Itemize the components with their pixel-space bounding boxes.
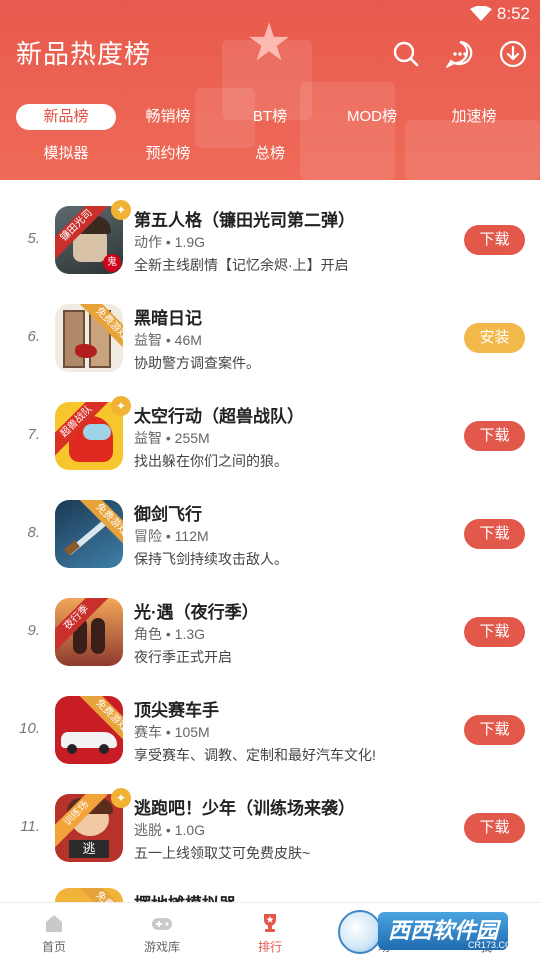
app-meta: 冒险 • 112M	[134, 528, 209, 544]
gift-icon: ✦	[111, 788, 131, 808]
app-description: 享受赛车、调教、定制和最好汽车文化!	[134, 747, 376, 763]
app-name: 黑暗日记	[134, 309, 202, 328]
download-button[interactable]: 下载	[464, 715, 525, 745]
list-item[interactable]: 8. 免费游戏 御剑飞行 冒险 • 112M 保持飞剑持续攻击敌人。 下载	[0, 484, 540, 582]
app-meta: 赛车 • 105M	[134, 724, 210, 740]
download-button[interactable]: 下载	[464, 617, 525, 647]
app-badge-label: 免费游戏	[77, 888, 123, 902]
gift-icon: ✦	[111, 396, 131, 416]
app-description: 五一上线领取艾可免费皮肤~	[134, 845, 311, 861]
watermark-logo: 西西软件园 CR173.COM	[338, 906, 528, 956]
tab-bt[interactable]: BT榜	[220, 104, 320, 130]
nav-label: 排行	[257, 940, 282, 954]
tab-new[interactable]: 新品榜	[16, 104, 116, 130]
app-description: 协助警方调查案件。	[134, 355, 260, 371]
app-meta: 角色 • 1.3G	[134, 626, 206, 642]
app-icon-caption: 逃	[69, 840, 109, 858]
trophy-icon	[264, 914, 276, 932]
gamepad-icon	[152, 918, 172, 930]
tab-accelerate[interactable]: 加速榜	[424, 104, 524, 130]
app-name: 御剑飞行	[134, 505, 202, 524]
app-name: 光·遇（夜行季）	[134, 603, 259, 622]
nav-ranking[interactable]: 排行	[216, 903, 324, 960]
list-item[interactable]: 11. 逃 训练场 ✦ 逃跑吧！少年（训练场来袭） 逃脱 • 1.0G 五一上线…	[0, 778, 540, 876]
nav-label: 游戏库	[143, 940, 180, 954]
list-item[interactable]: 7. 超兽战队 ✦ 太空行动（超兽战队） 益智 • 255M 找出躲在你们之间的…	[0, 386, 540, 484]
rank-number: 11.	[20, 818, 40, 835]
watermark-disc-icon	[338, 910, 382, 954]
app-meta: 动作 • 1.9G	[134, 234, 206, 250]
app-name: 太空行动（超兽战队）	[134, 407, 304, 426]
brand-logo-icon: 鬼	[103, 254, 121, 272]
rank-number: 10.	[19, 720, 40, 737]
tab-overall[interactable]: 总榜	[220, 141, 320, 167]
list-item[interactable]: 6. 免费游戏 黑暗日记 益智 • 46M 协助警方调查案件。 安装	[0, 288, 540, 386]
app-icon[interactable]: 免费游戏	[55, 304, 123, 372]
rank-number: 5.	[27, 230, 40, 247]
header-decoration	[300, 82, 395, 180]
rank-number: 6.	[27, 328, 40, 345]
download-button[interactable]: 下载	[464, 421, 525, 451]
app-name: 第五人格（镰田光司第二弹）	[134, 211, 355, 230]
app-description: 找出躲在你们之间的狼。	[134, 453, 288, 469]
rank-number: 7.	[27, 426, 40, 443]
download-icon[interactable]	[499, 40, 527, 68]
tab-mod[interactable]: MOD榜	[322, 104, 422, 130]
status-bar: 8:52	[0, 0, 540, 28]
app-name: 摆地摊模拟器	[134, 890, 236, 902]
list-item[interactable]: 5. 镰田光司 鬼 ✦ 第五人格（镰田光司第二弹） 动作 • 1.9G 全新主线…	[0, 190, 540, 288]
tab-emulator[interactable]: 模拟器	[16, 141, 116, 167]
list-item[interactable]: 免费游戏 摆地摊模拟器	[0, 876, 540, 902]
app-icon[interactable]: 免费游戏	[55, 500, 123, 568]
rank-number: 8.	[27, 524, 40, 541]
nav-game-library[interactable]: 游戏库	[108, 903, 216, 960]
app-meta: 益智 • 255M	[134, 430, 210, 446]
app-name: 逃跑吧！少年（训练场来袭）	[134, 799, 355, 818]
nav-home[interactable]: 首页	[0, 903, 108, 960]
app-icon[interactable]: 免费游戏	[55, 696, 123, 764]
app-icon[interactable]: 免费游戏	[55, 888, 123, 902]
download-button[interactable]: 下载	[464, 225, 525, 255]
list-item[interactable]: 10. 免费游戏 顶尖赛车手 赛车 • 105M 享受赛车、调教、定制和最好汽车…	[0, 680, 540, 778]
app-meta: 逃脱 • 1.0G	[134, 822, 206, 838]
download-button[interactable]: 下载	[464, 519, 525, 549]
download-button[interactable]: 下载	[464, 813, 525, 843]
tab-bestseller[interactable]: 畅销榜	[118, 104, 218, 130]
search-icon[interactable]	[392, 40, 420, 68]
nav-label: 首页	[41, 940, 66, 954]
tab-reservation[interactable]: 预约榜	[118, 141, 218, 167]
app-description: 保持飞剑持续攻击敌人。	[134, 551, 288, 567]
watermark-url: CR173.COM	[468, 940, 520, 950]
app-name: 顶尖赛车手	[134, 701, 219, 720]
home-icon	[46, 915, 62, 932]
install-button[interactable]: 安装	[464, 323, 525, 353]
header: ★ 8:52 新品热度榜 新品榜 畅销榜 BT榜 MOD榜 加速榜 模拟器 预约…	[0, 0, 540, 180]
wifi-icon	[470, 6, 492, 21]
chat-icon[interactable]	[446, 40, 474, 68]
app-description: 夜行季正式开启	[134, 649, 232, 665]
list-item[interactable]: 9. 夜行季 光·遇（夜行季） 角色 • 1.3G 夜行季正式开启 下载	[0, 582, 540, 680]
app-icon[interactable]: 夜行季	[55, 598, 123, 666]
gift-icon: ✦	[111, 200, 131, 220]
rank-number: 9.	[27, 622, 40, 639]
status-time: 8:52	[496, 4, 530, 23]
app-description: 全新主线剧情【记忆余烬·上】开启	[134, 257, 349, 273]
page-title: 新品热度榜	[16, 39, 152, 69]
app-meta: 益智 • 46M	[134, 332, 202, 348]
